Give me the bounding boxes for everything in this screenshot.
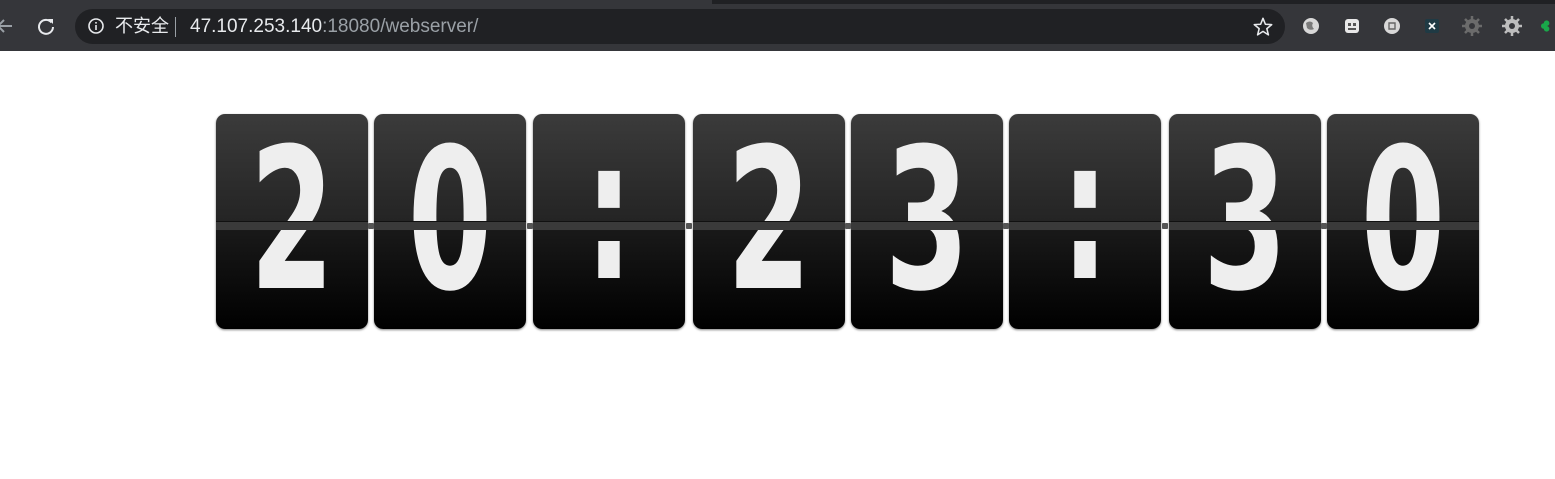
globe-extension-icon [1303, 18, 1319, 34]
card-hinge [693, 221, 845, 230]
card-hinge [533, 221, 685, 230]
url-path: :18080/webserver/ [322, 16, 479, 37]
browser-toolbar: 不安全 47.107.253.140:18080/webserver/ [0, 0, 1555, 51]
command-extension-button[interactable] [1381, 15, 1403, 37]
command-extension-icon [1384, 18, 1400, 34]
separator-card-1: : [533, 114, 685, 329]
card-hinge [374, 221, 526, 230]
x-extension-button[interactable] [1421, 15, 1443, 37]
x-extension-icon [1425, 19, 1439, 33]
second-tens-card: 3 [1169, 114, 1321, 329]
robot-extension-button[interactable] [1341, 15, 1363, 37]
robot-extension-icon [1345, 19, 1359, 33]
url-host: 47.107.253.140 [190, 16, 323, 37]
security-status-label[interactable]: 不安全 [115, 17, 169, 37]
hour-tens-card: 2 [216, 114, 368, 329]
reload-button[interactable] [33, 13, 59, 39]
hinge-notch [527, 223, 533, 229]
card-hinge [216, 221, 368, 230]
clover-extension-button[interactable] [1541, 15, 1555, 37]
second-ones-card: 0 [1327, 114, 1479, 329]
gear-extension-icon [1462, 16, 1482, 36]
hinge-notch [1003, 223, 1009, 229]
back-button[interactable] [0, 13, 18, 39]
tab-strip [0, 0, 1555, 4]
info-icon[interactable] [88, 18, 104, 34]
star-icon[interactable] [1252, 16, 1274, 38]
minute-ones-card: 3 [851, 114, 1003, 329]
settings-extension-button[interactable] [1501, 15, 1523, 37]
flip-clock: 2 0 : 2 3 : 3 0 [216, 114, 1481, 329]
hinge-notch [845, 223, 851, 229]
globe-extension-button[interactable] [1300, 15, 1322, 37]
active-tab-edge[interactable] [0, 0, 712, 4]
card-hinge [1327, 221, 1479, 230]
hour-ones-card: 0 [374, 114, 526, 329]
clover-extension-icon [1541, 20, 1550, 32]
card-hinge [1169, 221, 1321, 230]
hinge-notch [1321, 223, 1327, 229]
hinge-notch [368, 223, 374, 229]
address-bar[interactable]: 不安全 47.107.253.140:18080/webserver/ [75, 9, 1285, 44]
gear-extension-button[interactable] [1461, 15, 1483, 37]
separator-card-2: : [1009, 114, 1161, 329]
back-arrow-icon [0, 19, 12, 33]
address-divider [175, 17, 176, 37]
reload-icon [38, 18, 54, 35]
card-hinge [1009, 221, 1161, 230]
url-text[interactable]: 47.107.253.140:18080/webserver/ [190, 16, 478, 38]
hinge-notch [1162, 223, 1168, 229]
card-hinge [851, 221, 1003, 230]
minute-tens-card: 2 [693, 114, 845, 329]
hinge-notch [686, 223, 692, 229]
settings-extension-icon [1502, 16, 1522, 36]
